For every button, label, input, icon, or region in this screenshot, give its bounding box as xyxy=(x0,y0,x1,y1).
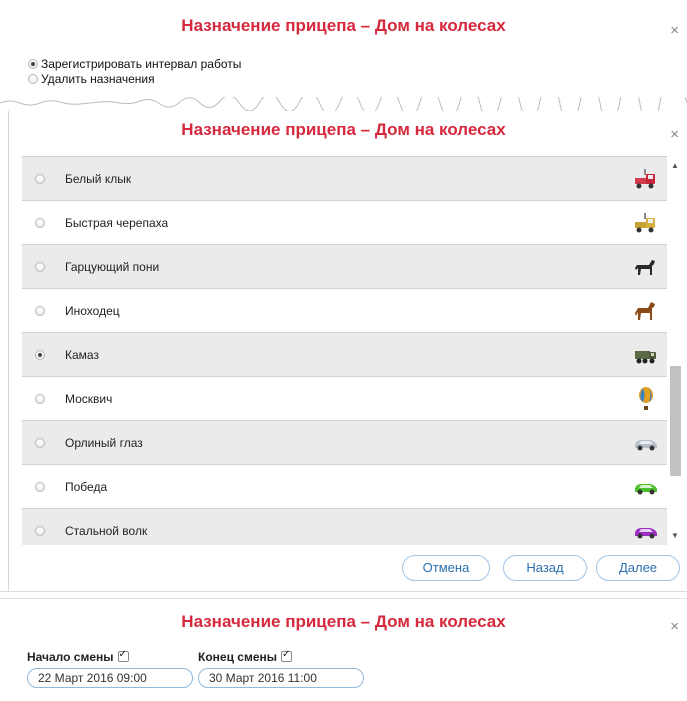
list-item[interactable]: Белый клык xyxy=(22,157,667,201)
hot-air-balloon-icon xyxy=(639,387,653,410)
black-horse-icon xyxy=(635,260,655,275)
radio-button[interactable] xyxy=(28,58,38,69)
green-car-icon xyxy=(635,484,657,495)
cancel-button[interactable]: Отмена xyxy=(402,555,490,581)
radio-button[interactable] xyxy=(35,306,45,316)
list-item[interactable]: Победа xyxy=(22,465,667,509)
dialog-title: Назначение прицепа – Дом на колесах xyxy=(181,612,506,631)
vehicle-list[interactable]: Белый клык Быстрая черепаха Гарцующий по… xyxy=(22,156,667,545)
shift-end-field: Конец смены xyxy=(198,649,293,664)
item-label: Гарцующий пони xyxy=(65,260,160,274)
item-label: Москвич xyxy=(65,392,113,406)
scroll-down-icon[interactable]: ▼ xyxy=(671,532,679,540)
close-icon[interactable]: × xyxy=(670,22,679,39)
shift-end-label: Конец смены xyxy=(198,650,278,664)
radio-button[interactable] xyxy=(35,218,45,228)
item-label: Орлиный глаз xyxy=(65,436,143,450)
silver-car-icon xyxy=(635,440,657,451)
list-item[interactable]: Камаз xyxy=(22,333,667,377)
close-icon[interactable]: × xyxy=(670,126,679,143)
list-item[interactable]: Иноходец xyxy=(22,289,667,333)
item-label: Победа xyxy=(65,480,108,494)
purple-car-icon xyxy=(635,528,657,539)
radio-button[interactable] xyxy=(28,73,38,84)
brown-horse-icon xyxy=(635,302,655,320)
list-item[interactable]: Гарцующий пони xyxy=(22,245,667,289)
back-button[interactable]: Назад xyxy=(503,555,587,581)
shift-end-checkbox[interactable] xyxy=(281,649,293,663)
radio-button[interactable] xyxy=(35,350,45,360)
item-label: Быстрая черепаха xyxy=(65,216,169,230)
item-label: Иноходец xyxy=(65,304,120,318)
list-item[interactable]: Стальной волк xyxy=(22,509,667,545)
radio-button[interactable] xyxy=(35,482,45,492)
step3-panel: Назначение прицепа – Дом на колесах × На… xyxy=(0,598,687,701)
step2-panel: Назначение прицепа – Дом на колесах × Бе… xyxy=(0,111,687,592)
shift-start-label: Начало смены xyxy=(27,650,114,664)
item-label: Стальной волк xyxy=(65,524,148,538)
list-item[interactable]: Орлиный глаз xyxy=(22,421,667,465)
red-truck-icon xyxy=(635,169,655,189)
option-label: Зарегистрировать интервал работы xyxy=(41,57,242,71)
radio-button[interactable] xyxy=(35,438,45,448)
step1-panel: Назначение прицепа – Дом на колесах × За… xyxy=(0,0,687,105)
item-label: Камаз xyxy=(65,348,99,362)
next-button[interactable]: Далее xyxy=(596,555,680,581)
option-register-interval[interactable]: Зарегистрировать интервал работы xyxy=(28,57,241,71)
scrollbar-thumb[interactable] xyxy=(670,366,681,476)
torn-edge-divider xyxy=(0,97,687,111)
radio-button[interactable] xyxy=(35,526,45,536)
radio-button[interactable] xyxy=(35,174,45,184)
panel-border xyxy=(8,111,9,591)
list-item[interactable]: Быстрая черепаха xyxy=(22,201,667,245)
shift-start-field: Начало смены xyxy=(27,649,129,664)
dialog-title: Назначение прицепа – Дом на колесах xyxy=(181,120,506,139)
shift-end-input[interactable]: 30 Март 2016 11:00 xyxy=(198,668,364,688)
shift-start-input[interactable]: 22 Март 2016 09:00 xyxy=(27,668,193,688)
list-scrollbar[interactable]: ▲ ▼ xyxy=(667,156,684,544)
radio-button[interactable] xyxy=(35,394,45,404)
list-item[interactable]: Москвич xyxy=(22,377,667,421)
option-delete-assignments[interactable]: Удалить назначения xyxy=(28,72,155,86)
option-label: Удалить назначения xyxy=(41,72,155,86)
military-truck-icon xyxy=(635,351,656,364)
scroll-up-icon[interactable]: ▲ xyxy=(671,162,679,170)
close-icon[interactable]: × xyxy=(670,618,679,635)
item-label: Белый клык xyxy=(65,172,132,186)
radio-button[interactable] xyxy=(35,262,45,272)
yellow-truck-icon xyxy=(635,213,655,233)
shift-start-checkbox[interactable] xyxy=(117,649,129,663)
dialog-title: Назначение прицепа – Дом на колесах xyxy=(181,16,506,35)
